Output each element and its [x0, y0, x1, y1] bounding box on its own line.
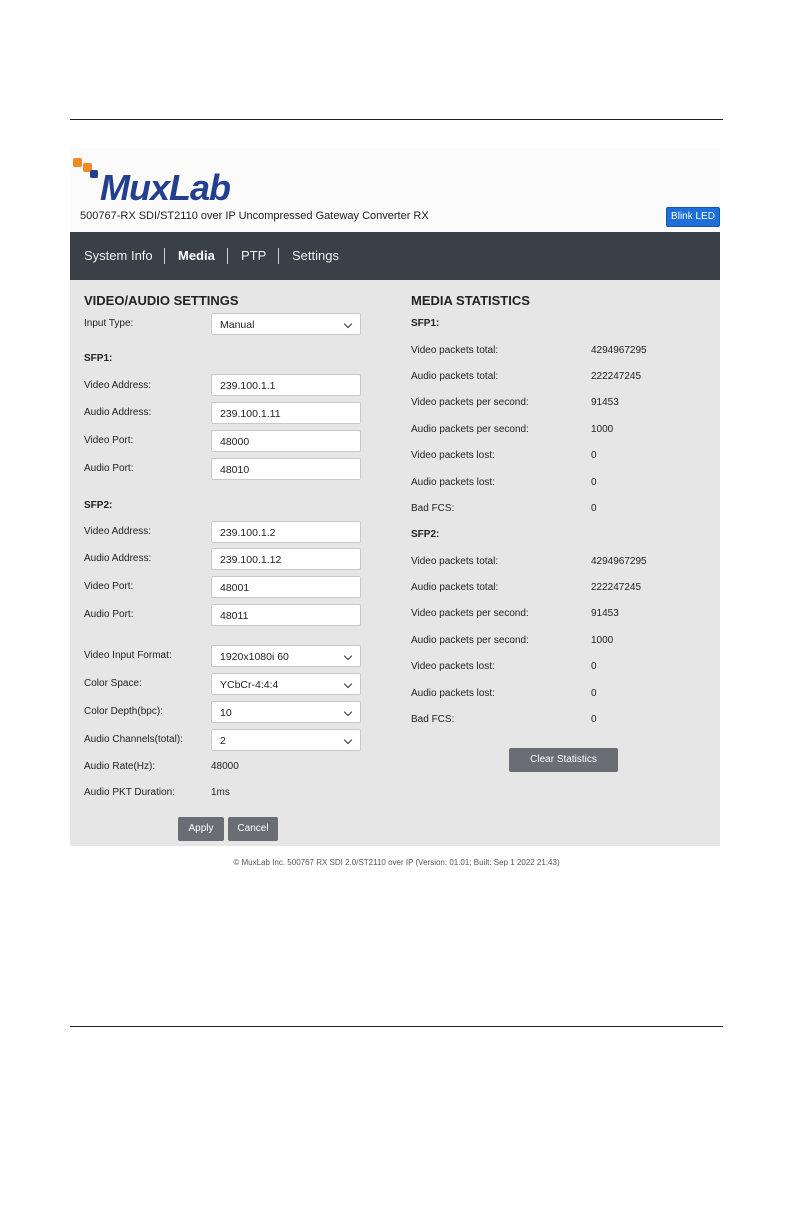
sfp1-audio-port-label: Audio Port:	[84, 463, 134, 474]
stats-row-value: 222247245	[591, 582, 642, 593]
muxlab-logo: MuxLab	[72, 154, 262, 208]
stats-row-label: Audio packets total:	[411, 582, 499, 593]
logo-text: MuxLab	[100, 167, 231, 208]
tab-system-info[interactable]: System Info	[84, 232, 153, 280]
stats-row-value: 0	[591, 714, 597, 725]
chevron-down-icon	[343, 679, 353, 689]
sfp1-video-address-label: Video Address:	[84, 380, 152, 391]
stats-row-label: Video packets per second:	[411, 397, 529, 408]
color-depth-value: 10	[220, 707, 232, 719]
stats-row-value: 0	[591, 661, 597, 672]
chevron-down-icon	[343, 707, 353, 717]
stats-row-value: 4294967295	[591, 556, 647, 567]
sfp2-audio-port-label: Audio Port:	[84, 609, 134, 620]
sfp2-audio-address-input[interactable]: 239.100.1.12	[211, 548, 361, 570]
sfp2-video-port-label: Video Port:	[84, 581, 134, 592]
settings-title: VIDEO/AUDIO SETTINGS	[84, 293, 239, 308]
clear-statistics-button[interactable]: Clear Statistics	[509, 748, 618, 772]
video-input-format-value: 1920x1080i 60	[220, 651, 289, 663]
tab-settings[interactable]: Settings	[292, 232, 339, 280]
sfp2-audio-port-input[interactable]: 48011	[211, 604, 361, 626]
header: MuxLab 500767-RX SDI/ST2110 over IP Unco…	[70, 148, 720, 232]
app-window: MuxLab 500767-RX SDI/ST2110 over IP Unco…	[70, 148, 720, 846]
footer-version: © MuxLab Inc. 500767 RX SDI 2.0/ST2110 o…	[233, 858, 560, 867]
tab-ptp[interactable]: PTP	[241, 232, 266, 280]
nav-separator	[278, 248, 279, 264]
nav-separator	[164, 248, 165, 264]
device-subtitle: 500767-RX SDI/ST2110 over IP Uncompresse…	[80, 210, 429, 222]
stats-row-label: Video packets lost:	[411, 661, 495, 672]
sfp1-audio-port-input[interactable]: 48010	[211, 458, 361, 480]
sfp2-video-address-input[interactable]: 239.100.1.2	[211, 521, 361, 543]
nav-bar: System Info Media PTP Settings	[70, 232, 720, 280]
sfp1-audio-address-input[interactable]: 239.100.1.11	[211, 402, 361, 424]
stats-row-label: Bad FCS:	[411, 714, 455, 725]
stats-row-value: 222247245	[591, 371, 642, 382]
sfp2-video-address-label: Video Address:	[84, 526, 152, 537]
stats-row-value: 1000	[591, 424, 614, 435]
apply-button[interactable]: Apply	[178, 817, 224, 841]
stats-row-value: 0	[591, 503, 597, 514]
stats-row-value: 0	[591, 450, 597, 461]
input-type-select[interactable]: Manual	[211, 313, 361, 335]
sfp1-audio-address-label: Audio Address:	[84, 407, 152, 418]
input-type-label: Input Type:	[84, 318, 134, 329]
sfp1-heading: SFP1:	[84, 353, 113, 364]
stats-row-value: 0	[591, 477, 597, 488]
audio-pkt-duration-value: 1ms	[211, 787, 230, 798]
stats-row-label: Audio packets lost:	[411, 477, 495, 488]
stats-row-value: 0	[591, 688, 597, 699]
audio-channels-value: 2	[220, 735, 226, 747]
video-input-format-select[interactable]: 1920x1080i 60	[211, 645, 361, 667]
stats-row-label: Video packets total:	[411, 345, 499, 356]
audio-pkt-duration-label: Audio PKT Duration:	[84, 787, 175, 798]
blink-led-button[interactable]: Blink LED	[666, 207, 720, 227]
sfp1-video-port-label: Video Port:	[84, 435, 134, 446]
page-bottom-rule	[70, 1026, 723, 1027]
cancel-button[interactable]: Cancel	[228, 817, 278, 841]
stats-row-label: Video packets lost:	[411, 450, 495, 461]
tab-media[interactable]: Media	[178, 232, 215, 280]
nav-separator	[227, 248, 228, 264]
audio-channels-select[interactable]: 2	[211, 729, 361, 751]
media-content: VIDEO/AUDIO SETTINGS Input Type: Manual …	[70, 280, 720, 846]
stats-title: MEDIA STATISTICS	[411, 293, 530, 308]
sfp2-audio-address-label: Audio Address:	[84, 553, 152, 564]
color-space-value: YCbCr-4:4:4	[220, 679, 279, 691]
audio-rate-value: 48000	[211, 761, 239, 772]
sfp2-video-port-input[interactable]: 48001	[211, 576, 361, 598]
audio-rate-label: Audio Rate(Hz):	[84, 761, 156, 772]
sfp1-video-address-input[interactable]: 239.100.1.1	[211, 374, 361, 396]
sfp1-video-port-input[interactable]: 48000	[211, 430, 361, 452]
stats-row-label: Audio packets lost:	[411, 688, 495, 699]
input-type-value: Manual	[220, 319, 255, 331]
stats-row-label: Audio packets per second:	[411, 424, 529, 435]
chevron-down-icon	[343, 651, 353, 661]
color-space-label: Color Space:	[84, 678, 142, 689]
chevron-down-icon	[343, 735, 353, 745]
stats-row-label: Audio packets per second:	[411, 635, 529, 646]
sfp2-heading: SFP2:	[84, 500, 113, 511]
stats-row-value: 91453	[591, 608, 619, 619]
video-input-format-label: Video Input Format:	[84, 650, 172, 661]
stats-row-label: Video packets per second:	[411, 608, 529, 619]
chevron-down-icon	[343, 319, 353, 329]
stats-row-label: Bad FCS:	[411, 503, 455, 514]
color-depth-select[interactable]: 10	[211, 701, 361, 723]
stats-sfp1-heading: SFP1:	[411, 318, 440, 329]
color-depth-label: Color Depth(bpc):	[84, 706, 163, 717]
stats-row-value: 4294967295	[591, 345, 647, 356]
page-top-rule	[70, 119, 723, 120]
stats-row-label: Audio packets total:	[411, 371, 499, 382]
stats-row-label: Video packets total:	[411, 556, 499, 567]
color-space-select[interactable]: YCbCr-4:4:4	[211, 673, 361, 695]
stats-sfp2-heading: SFP2:	[411, 529, 440, 540]
stats-row-value: 1000	[591, 635, 614, 646]
stats-row-value: 91453	[591, 397, 619, 408]
audio-channels-label: Audio Channels(total):	[84, 734, 183, 745]
